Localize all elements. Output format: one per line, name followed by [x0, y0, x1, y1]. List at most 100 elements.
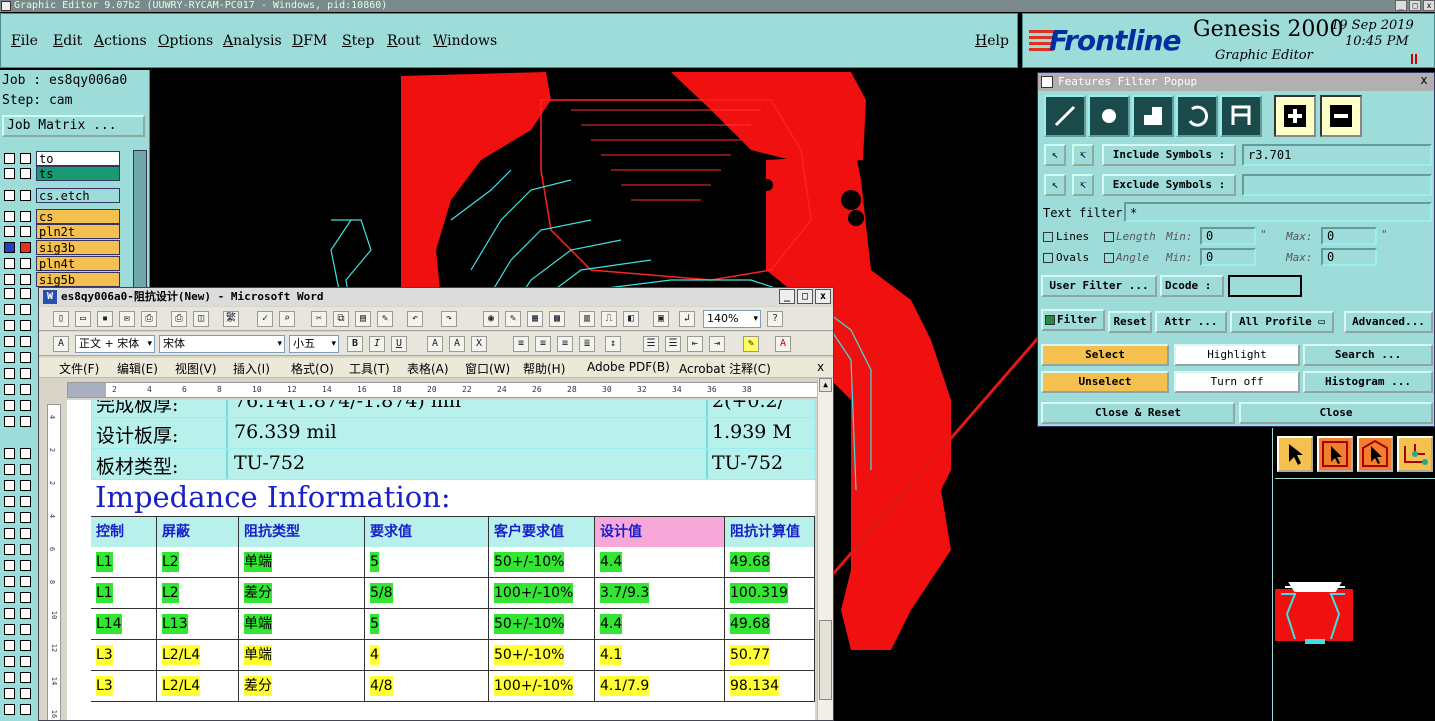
table-cell[interactable]: L2: [157, 547, 239, 577]
char-shading-icon[interactable]: A: [449, 336, 465, 352]
table-cell[interactable]: 单端: [239, 547, 365, 577]
format-painter-icon[interactable]: ✎: [377, 311, 393, 327]
underline-icon[interactable]: U: [391, 336, 407, 352]
table-cell[interactable]: 49.68: [725, 609, 815, 639]
font-size-select[interactable]: 小五: [289, 335, 339, 353]
layer-work-checkbox[interactable]: [20, 242, 31, 253]
styles-icon[interactable]: A: [53, 336, 69, 352]
word-menu-tools[interactable]: 工具(T): [349, 360, 390, 377]
table-cell[interactable]: 5: [365, 609, 489, 639]
layer-display-checkbox[interactable]: [4, 528, 15, 539]
layer-display-checkbox[interactable]: [4, 320, 15, 331]
save-icon[interactable]: ▪: [97, 311, 113, 327]
word-menu-view[interactable]: 视图(V): [175, 360, 217, 377]
table-header-cell[interactable]: 客户要求值: [489, 517, 595, 547]
layer-display-checkbox[interactable]: [4, 242, 15, 253]
layer-work-checkbox[interactable]: [20, 640, 31, 651]
style-select[interactable]: 正文 + 宋体: [75, 335, 155, 353]
line-feature-button[interactable]: [1044, 95, 1086, 137]
layer-display-checkbox[interactable]: [4, 576, 15, 587]
include-pick-icon[interactable]: ↖: [1044, 144, 1066, 166]
popup-close-button[interactable]: x: [1417, 74, 1431, 88]
length-max-input[interactable]: 0: [1321, 227, 1377, 245]
research-icon[interactable]: 繁: [223, 311, 239, 327]
copy-icon[interactable]: ⧉: [333, 311, 349, 327]
menu-rout[interactable]: Rout: [387, 33, 421, 49]
menu-dfm[interactable]: DFM: [292, 33, 327, 49]
layer-row[interactable]: ts: [2, 166, 120, 181]
advanced-button[interactable]: Advanced...: [1344, 311, 1433, 333]
layer-display-checkbox[interactable]: [4, 480, 15, 491]
text-feature-button[interactable]: [1220, 95, 1262, 137]
redo-icon[interactable]: ↷: [441, 311, 457, 327]
dcode-button[interactable]: Dcode :: [1160, 275, 1224, 297]
layer-work-checkbox[interactable]: [20, 258, 31, 269]
layer-display-checkbox[interactable]: [4, 258, 15, 269]
menu-options[interactable]: Options: [158, 33, 213, 49]
hyperlink-icon[interactable]: ◉: [483, 311, 499, 327]
spelling-icon[interactable]: ✓: [257, 311, 273, 327]
layer-work-checkbox[interactable]: [20, 226, 31, 237]
insert-excel-icon[interactable]: ▩: [549, 311, 565, 327]
layer-work-checkbox[interactable]: [20, 688, 31, 699]
layer-work-checkbox[interactable]: [20, 352, 31, 363]
layer-work-checkbox[interactable]: [20, 576, 31, 587]
line-spacing-icon[interactable]: ↕: [605, 336, 621, 352]
layer-work-checkbox[interactable]: [20, 624, 31, 635]
vertical-ruler[interactable]: 4 2 2 4 6 8 10 12 14 16: [47, 404, 61, 720]
menu-analysis[interactable]: Analysis: [223, 33, 282, 49]
open-icon[interactable]: ▭: [75, 311, 91, 327]
layer-work-checkbox[interactable]: [20, 656, 31, 667]
table-cell[interactable]: 50.77: [725, 640, 815, 670]
increase-indent-icon[interactable]: ⇥: [709, 336, 725, 352]
layer-display-checkbox[interactable]: [4, 512, 15, 523]
layer-row[interactable]: sig5b: [2, 272, 120, 287]
layer-name[interactable]: pln4t: [36, 256, 120, 271]
surface-feature-button[interactable]: [1132, 95, 1174, 137]
table-cell[interactable]: L3: [91, 671, 157, 701]
overview-minimap[interactable]: [1275, 478, 1435, 721]
font-select[interactable]: 宋体: [159, 335, 285, 353]
word-close-button[interactable]: x: [815, 289, 831, 304]
table-cell[interactable]: 单端: [239, 609, 365, 639]
reading-icon[interactable]: ▣: [653, 311, 669, 327]
layer-display-checkbox[interactable]: [4, 400, 15, 411]
menu-windows[interactable]: Windows: [433, 33, 497, 49]
layer-work-checkbox[interactable]: [20, 274, 31, 285]
word-menu-file[interactable]: 文件(F): [59, 360, 99, 377]
word-menu-acrobat[interactable]: Acrobat 注释(C): [679, 360, 771, 377]
table-cell[interactable]: L2/L4: [157, 671, 239, 701]
document-map-icon[interactable]: ◧: [623, 311, 639, 327]
reset-button[interactable]: Reset: [1108, 311, 1152, 333]
layer-work-checkbox[interactable]: [20, 211, 31, 222]
layer-name[interactable]: cs: [36, 209, 120, 224]
drawing-icon[interactable]: ⎍: [601, 311, 617, 327]
user-filter-button[interactable]: User Filter ...: [1041, 275, 1157, 297]
layer-work-checkbox[interactable]: [20, 168, 31, 179]
email-icon[interactable]: ⎙: [141, 311, 157, 327]
ovals-checkbox[interactable]: [1043, 253, 1053, 263]
table-cell[interactable]: 4.1/7.9: [595, 671, 725, 701]
highlight-button[interactable]: Highlight: [1174, 344, 1300, 366]
close-button[interactable]: x: [1423, 0, 1435, 11]
include-symbols-button[interactable]: Include Symbols :: [1102, 144, 1236, 166]
zoom-select[interactable]: 140%: [703, 310, 761, 328]
layer-display-checkbox[interactable]: [4, 304, 15, 315]
select-pointer-button[interactable]: [1277, 436, 1313, 472]
layer-work-checkbox[interactable]: [20, 190, 31, 201]
layer-name[interactable]: cs.etch: [36, 188, 120, 203]
table-cell[interactable]: 4/8: [365, 671, 489, 701]
menu-file[interactable]: File: [11, 33, 38, 49]
table-header-cell[interactable]: 阻抗计算值: [725, 517, 815, 547]
lines-checkbox[interactable]: [1043, 232, 1053, 242]
word-menu-help[interactable]: 帮助(H): [523, 360, 565, 377]
angle-checkbox[interactable]: [1104, 253, 1114, 263]
help-icon[interactable]: ?: [767, 311, 783, 327]
layer-display-checkbox[interactable]: [4, 592, 15, 603]
table-cell[interactable]: L1: [91, 547, 157, 577]
word-menu-window[interactable]: 窗口(W): [465, 360, 510, 377]
positive-polarity-button[interactable]: [1274, 95, 1316, 137]
table-cell[interactable]: 50+/-10%: [489, 609, 595, 639]
layer-work-checkbox[interactable]: [20, 496, 31, 507]
arc-feature-button[interactable]: [1176, 95, 1218, 137]
